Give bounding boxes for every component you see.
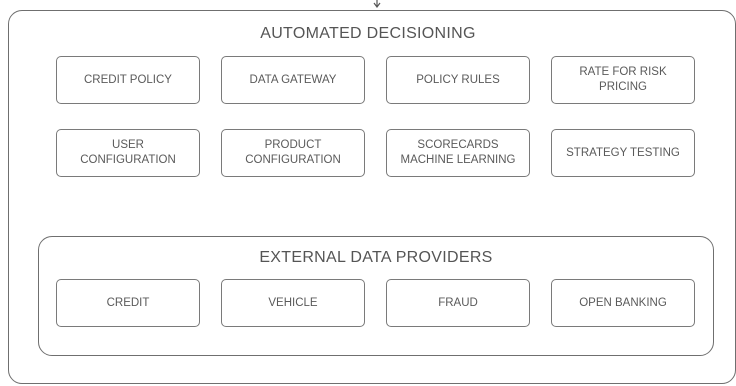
rate-for-risk-pricing-box: RATE FOR RISK PRICING xyxy=(551,56,695,104)
data-gateway-box: DATA GATEWAY xyxy=(221,56,365,104)
open-banking-provider-box: OPEN BANKING xyxy=(551,279,695,327)
credit-policy-box: CREDIT POLICY xyxy=(56,56,200,104)
incoming-arrow-icon xyxy=(373,0,381,8)
fraud-provider-box: FRAUD xyxy=(386,279,530,327)
product-configuration-box: PRODUCT CONFIGURATION xyxy=(221,129,365,177)
scorecards-machine-learning-box: SCORECARDS MACHINE LEARNING xyxy=(386,129,530,177)
user-configuration-box: USER CONFIGURATION xyxy=(56,129,200,177)
credit-provider-box: CREDIT xyxy=(56,279,200,327)
strategy-testing-box: STRATEGY TESTING xyxy=(551,129,695,177)
external-data-providers-title: EXTERNAL DATA PROVIDERS xyxy=(259,249,493,266)
policy-rules-box: POLICY RULES xyxy=(386,56,530,104)
automated-decisioning-title: AUTOMATED DECISIONING xyxy=(260,25,476,42)
vehicle-provider-box: VEHICLE xyxy=(221,279,365,327)
